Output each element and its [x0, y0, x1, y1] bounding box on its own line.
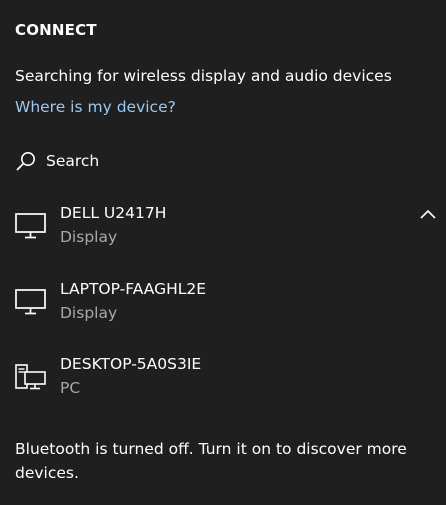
monitor-icon — [15, 213, 46, 239]
monitor-icon — [15, 289, 46, 315]
device-type: PC — [60, 379, 81, 397]
device-item-dell-u2417h[interactable]: DELL U2417H Display — [0, 204, 446, 262]
chevron-up-icon[interactable] — [418, 206, 438, 222]
pc-icon — [15, 364, 46, 390]
device-name: DESKTOP-5A0S3IE — [60, 355, 202, 373]
device-name: DELL U2417H — [60, 204, 167, 222]
search-status-text: Searching for wireless display and audio… — [15, 67, 392, 85]
device-item-laptop-faaghl2e[interactable]: LAPTOP-FAAGHL2E Display — [0, 280, 446, 338]
where-is-my-device-link[interactable]: Where is my device? — [15, 98, 176, 116]
search-label: Search — [46, 152, 100, 170]
panel-title: CONNECT — [15, 21, 97, 39]
bluetooth-off-message: Bluetooth is turned off. Turn it on to d… — [15, 440, 407, 482]
search-icon — [16, 152, 35, 171]
connect-panel: CONNECT Searching for wireless display a… — [0, 0, 446, 505]
device-name: LAPTOP-FAAGHL2E — [60, 280, 207, 298]
device-item-desktop-5a0s3ie[interactable]: DESKTOP-5A0S3IE PC — [0, 355, 446, 413]
device-type: Display — [60, 228, 118, 246]
search-button[interactable]: Search — [15, 146, 99, 176]
device-type: Display — [60, 304, 118, 322]
